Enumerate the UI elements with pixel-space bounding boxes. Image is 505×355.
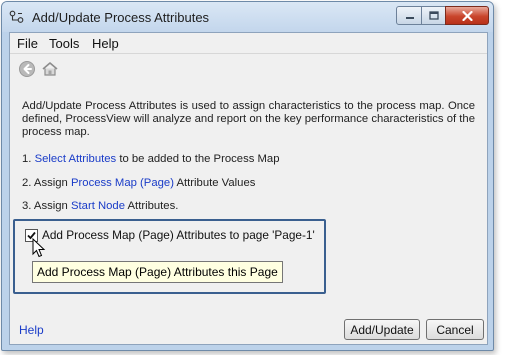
add-update-button[interactable]: Add/Update: [344, 319, 420, 340]
cancel-button[interactable]: Cancel: [426, 319, 484, 340]
select-attributes-link[interactable]: Select Attributes: [35, 153, 117, 165]
dialog-window: Add/Update Process Attributes File Tools…: [1, 1, 494, 351]
step-1: 1. Select Attributes to be added to the …: [22, 153, 279, 165]
step-3-suffix: Attributes.: [125, 200, 179, 212]
tooltip: Add Process Map (Page) Attributes this P…: [32, 261, 283, 283]
step-1-prefix: 1.: [22, 153, 35, 165]
step-2: 2. Assign Process Map (Page) Attribute V…: [22, 177, 255, 189]
close-icon: [461, 10, 473, 21]
back-arrow-icon[interactable]: [18, 60, 36, 78]
menu-help[interactable]: Help: [92, 36, 119, 51]
process-app-icon: [9, 10, 24, 23]
step-2-prefix: 2. Assign: [22, 177, 71, 189]
title-bar[interactable]: Add/Update Process Attributes: [2, 2, 493, 32]
checkbox-label[interactable]: Add Process Map (Page) Attributes to pag…: [42, 228, 315, 242]
minimize-icon: [405, 16, 414, 19]
minimize-button[interactable]: [396, 6, 423, 25]
step-1-suffix: to be added to the Process Map: [116, 153, 280, 165]
maximize-button[interactable]: [421, 6, 447, 25]
menu-tools[interactable]: Tools: [49, 36, 79, 51]
description-text: Add/Update Process Attributes is used to…: [22, 100, 475, 138]
step-2-suffix: Attribute Values: [173, 177, 256, 189]
maximize-icon: [429, 11, 439, 20]
home-icon[interactable]: [41, 60, 59, 78]
step-3-prefix: 3. Assign: [22, 200, 71, 212]
help-link[interactable]: Help: [19, 323, 44, 337]
menu-bar: File Tools Help: [10, 33, 487, 54]
dialog-client-area: File Tools Help Add/Update Process Attri…: [9, 32, 488, 345]
start-node-link[interactable]: Start Node: [71, 200, 125, 212]
close-window-button[interactable]: [445, 6, 489, 25]
window-title: Add/Update Process Attributes: [32, 10, 210, 25]
process-map-page-link[interactable]: Process Map (Page): [71, 177, 174, 189]
step-3: 3. Assign Start Node Attributes.: [22, 200, 178, 212]
mouse-cursor-icon: [32, 238, 46, 258]
menu-file[interactable]: File: [17, 36, 38, 51]
